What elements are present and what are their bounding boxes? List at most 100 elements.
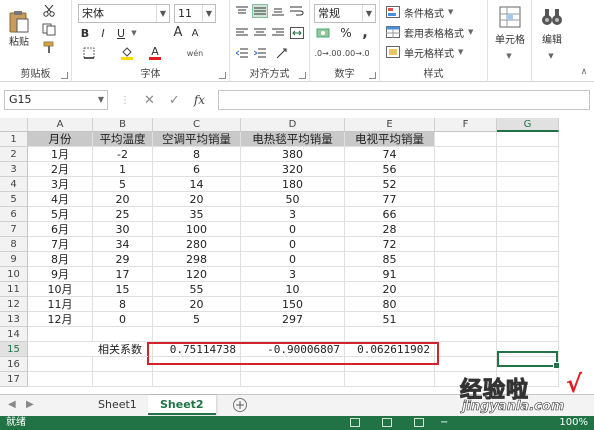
cell-A1[interactable]: 月份	[28, 132, 93, 147]
align-right-button[interactable]	[270, 26, 286, 40]
cell-D15[interactable]: -0.90006807	[241, 342, 345, 357]
shrink-font-button[interactable]: A	[188, 26, 202, 40]
page-layout-view-icon[interactable]	[382, 418, 392, 427]
italic-button[interactable]: I	[96, 26, 110, 40]
cell-C4[interactable]: 14	[153, 177, 241, 192]
cell-C12[interactable]: 20	[153, 297, 241, 312]
row-header[interactable]: 8	[0, 237, 28, 252]
cell-E6[interactable]: 66	[345, 207, 435, 222]
cell-D9[interactable]: 0	[241, 252, 345, 267]
zoom-level[interactable]: 100%	[559, 416, 588, 430]
row-header[interactable]: 9	[0, 252, 28, 267]
row-header[interactable]: 7	[0, 222, 28, 237]
cell-D8[interactable]: 0	[241, 237, 345, 252]
cell-A10[interactable]: 9月	[28, 267, 93, 282]
cancel-icon[interactable]: ✕	[144, 93, 155, 108]
cell-C1[interactable]: 空调平均销量	[153, 132, 241, 147]
enter-icon[interactable]: ✓	[169, 93, 180, 108]
cell-D5[interactable]: 50	[241, 192, 345, 207]
cell-A16[interactable]	[28, 357, 93, 372]
column-header-C[interactable]: C	[153, 118, 241, 132]
chevron-down-icon[interactable]: ▼	[130, 26, 138, 40]
cell-styles-button[interactable]: 单元格样式 ▼	[386, 44, 484, 60]
cell-B2[interactable]: -2	[93, 147, 153, 162]
tab-scroll-left-icon[interactable]: ◀	[8, 399, 16, 410]
cell-D3[interactable]: 320	[241, 162, 345, 177]
column-header-B[interactable]: B	[93, 118, 153, 132]
cell-A4[interactable]: 3月	[28, 177, 93, 192]
cell-G3[interactable]	[497, 162, 559, 177]
cell-G10[interactable]	[497, 267, 559, 282]
cell-D14[interactable]	[241, 327, 345, 342]
cell-C7[interactable]: 100	[153, 222, 241, 237]
cell-B4[interactable]: 5	[93, 177, 153, 192]
cell-F9[interactable]	[435, 252, 497, 267]
align-middle-button[interactable]	[252, 4, 268, 18]
cells-button[interactable]: 单元格	[490, 4, 530, 48]
column-header-G[interactable]: G	[497, 118, 559, 132]
insert-function-button[interactable]: fx	[194, 93, 205, 107]
cell-F12[interactable]	[435, 297, 497, 312]
cell-A3[interactable]: 2月	[28, 162, 93, 177]
column-header-D[interactable]: D	[241, 118, 345, 132]
cell-B1[interactable]: 平均温度	[93, 132, 153, 147]
cell-B9[interactable]: 29	[93, 252, 153, 267]
cell-G15[interactable]	[497, 342, 559, 357]
cell-E16[interactable]	[345, 357, 435, 372]
row-header[interactable]: 10	[0, 267, 28, 282]
cell-E1[interactable]: 电视平均销量	[345, 132, 435, 147]
cell-F5[interactable]	[435, 192, 497, 207]
fill-color-button[interactable]	[116, 46, 138, 60]
increase-decimal-button[interactable]: .0→.00	[314, 46, 341, 60]
number-launcher-icon[interactable]	[369, 72, 376, 79]
cell-F7[interactable]	[435, 222, 497, 237]
row-header[interactable]: 16	[0, 357, 28, 372]
cell-F3[interactable]	[435, 162, 497, 177]
cell-C15[interactable]: 0.75114738	[153, 342, 241, 357]
decrease-indent-button[interactable]	[234, 46, 250, 60]
collapse-ribbon-icon[interactable]: ∧	[578, 66, 590, 78]
cell-B3[interactable]: 1	[93, 162, 153, 177]
cell-C14[interactable]	[153, 327, 241, 342]
cell-D2[interactable]: 380	[241, 147, 345, 162]
cell-C3[interactable]: 6	[153, 162, 241, 177]
cell-C16[interactable]	[153, 357, 241, 372]
align-left-button[interactable]	[234, 26, 250, 40]
cell-C2[interactable]: 8	[153, 147, 241, 162]
cell-F10[interactable]	[435, 267, 497, 282]
cell-D16[interactable]	[241, 357, 345, 372]
cell-D17[interactable]	[241, 372, 345, 387]
row-header[interactable]: 14	[0, 327, 28, 342]
copy-button[interactable]	[40, 22, 58, 36]
cell-G9[interactable]	[497, 252, 559, 267]
font-name-select[interactable]: 宋体 ▼	[78, 4, 170, 23]
row-header[interactable]: 1	[0, 132, 28, 147]
cut-button[interactable]	[40, 4, 58, 18]
row-header[interactable]: 4	[0, 177, 28, 192]
phonetic-button[interactable]: wén	[184, 46, 206, 60]
cell-C13[interactable]: 5	[153, 312, 241, 327]
decrease-decimal-button[interactable]: .00→.0	[342, 46, 369, 60]
cell-F1[interactable]	[435, 132, 497, 147]
cell-A6[interactable]: 5月	[28, 207, 93, 222]
cell-F2[interactable]	[435, 147, 497, 162]
cell-D12[interactable]: 150	[241, 297, 345, 312]
format-painter-button[interactable]	[40, 40, 58, 54]
currency-button[interactable]	[314, 26, 334, 40]
cell-E2[interactable]: 74	[345, 147, 435, 162]
clipboard-launcher-icon[interactable]	[61, 72, 68, 79]
cell-D7[interactable]: 0	[241, 222, 345, 237]
column-header-A[interactable]: A	[28, 118, 93, 132]
number-format-select[interactable]: 常规 ▼	[314, 4, 376, 23]
cell-F8[interactable]	[435, 237, 497, 252]
cell-B11[interactable]: 15	[93, 282, 153, 297]
cell-A14[interactable]	[28, 327, 93, 342]
cell-D11[interactable]: 10	[241, 282, 345, 297]
cell-A12[interactable]: 11月	[28, 297, 93, 312]
column-header-F[interactable]: F	[435, 118, 497, 132]
normal-view-icon[interactable]	[350, 418, 360, 427]
cell-F13[interactable]	[435, 312, 497, 327]
cell-G16[interactable]	[497, 357, 559, 372]
row-header[interactable]: 13	[0, 312, 28, 327]
cell-B5[interactable]: 20	[93, 192, 153, 207]
